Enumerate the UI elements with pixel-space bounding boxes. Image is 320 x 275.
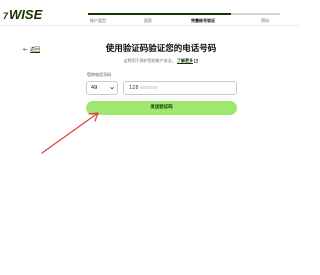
step-country: 国家 (144, 18, 152, 23)
country-code-select[interactable]: 49 (86, 81, 118, 95)
progress-fill (88, 13, 231, 15)
subtitle-text: 这将用于保护您的账户安全。 (123, 58, 176, 63)
step-account-type: 账户类型 (90, 18, 106, 23)
wise-flag-icon: 7 (3, 11, 9, 21)
country-code-value: 49 (91, 85, 98, 91)
page-title: 使用验证码验证您的电话号码 (105, 44, 217, 54)
back-arrow-icon: ← (23, 46, 29, 53)
phone-number-input[interactable]: 128 (123, 81, 237, 95)
progress-track (88, 13, 280, 15)
back-link[interactable]: ← 返回 (23, 46, 41, 54)
step-verify: 完善账号验证 (191, 18, 215, 23)
learn-more-link[interactable]: 了解更多 (177, 58, 193, 63)
external-link-icon (194, 59, 199, 63)
phone-field-label: 您的电话号码 (87, 72, 111, 77)
annotation-arrow (41, 112, 99, 154)
header-divider (0, 25, 300, 26)
phone-number-value: 128 (129, 85, 139, 91)
back-label: 返回 (30, 47, 41, 53)
redacted-digits (139, 86, 158, 89)
step-password: 密码 (261, 18, 269, 23)
chevron-down-icon (110, 86, 114, 90)
wise-logo[interactable]: 7WISE (3, 8, 43, 22)
send-code-button[interactable]: 发送验证码 (86, 101, 237, 115)
logo-text: WISE (9, 7, 43, 22)
subtitle: 这将用于保护您的账户安全。 了解更多 (84, 58, 238, 63)
